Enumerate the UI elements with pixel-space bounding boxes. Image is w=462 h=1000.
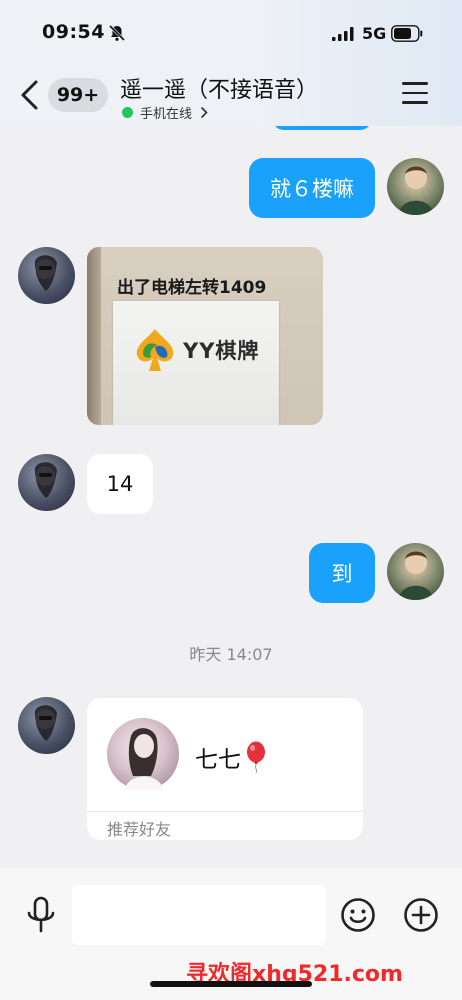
menu-icon — [402, 82, 428, 85]
spade-logo-icon — [136, 329, 174, 371]
avatar-image — [125, 728, 163, 790]
chat-messages[interactable]: 就６楼嘛 出了电梯左转1409 YY棋牌 14 到 昨天 14:07 七七 推荐… — [0, 126, 462, 868]
back-icon[interactable] — [16, 78, 44, 112]
menu-button[interactable] — [402, 82, 432, 108]
contact-avatar[interactable] — [18, 247, 75, 304]
input-bar: 寻欢阁xhg521.com — [0, 868, 462, 1000]
message-bubble-outgoing[interactable]: 就６楼嘛 — [249, 158, 375, 218]
image-door-frame — [87, 247, 101, 425]
avatar-image — [34, 462, 57, 498]
message-bubble-partial[interactable] — [272, 126, 372, 130]
chat-header: 99+ 遥一遥（不接语音） 手机在线 — [0, 62, 462, 126]
avatar-image — [399, 166, 433, 215]
self-avatar[interactable] — [387, 543, 444, 600]
chat-title[interactable]: 遥一遥（不接语音） — [120, 72, 318, 104]
message-bubble-incoming[interactable]: 14 — [87, 454, 153, 514]
card-divider — [87, 811, 363, 812]
balloon-icon — [247, 741, 265, 773]
recommended-contact-avatar — [107, 718, 179, 790]
network-label: 5G — [362, 24, 387, 43]
self-avatar[interactable] — [387, 158, 444, 215]
message-timestamp: 昨天 14:07 — [189, 645, 273, 664]
chevron-right-icon — [200, 106, 208, 119]
avatar-image — [399, 551, 433, 600]
plus-icon[interactable] — [403, 897, 439, 933]
contact-avatar[interactable] — [18, 454, 75, 511]
message-input[interactable] — [72, 885, 326, 945]
home-indicator[interactable] — [150, 981, 312, 987]
bell-muted-icon — [108, 24, 126, 42]
online-status-label: 手机在线 — [140, 107, 193, 122]
online-indicator — [122, 107, 133, 118]
image-caption-text: 出了电梯左转1409 — [117, 278, 267, 298]
status-bar: 09:54 5G — [0, 0, 462, 62]
emoji-icon[interactable] — [340, 897, 376, 933]
status-time: 09:54 — [42, 21, 105, 43]
card-type-label: 推荐好友 — [107, 820, 172, 839]
mic-icon[interactable] — [24, 896, 58, 934]
battery-icon — [391, 25, 423, 42]
contact-card-message[interactable]: 七七 推荐好友 — [87, 698, 363, 840]
unread-badge[interactable]: 99+ — [48, 78, 108, 112]
avatar-image — [34, 705, 57, 741]
image-message[interactable]: 出了电梯左转1409 YY棋牌 — [87, 247, 323, 425]
avatar-image — [34, 255, 57, 291]
online-status[interactable]: 手机在线 — [122, 103, 208, 122]
message-bubble-outgoing[interactable]: 到 — [309, 543, 375, 603]
signal-icon — [332, 27, 354, 41]
recommended-contact-name-text: 七七 — [195, 747, 241, 773]
recommended-contact-name: 七七 — [195, 740, 267, 774]
image-sign: YY棋牌 — [113, 301, 279, 425]
contact-avatar[interactable] — [18, 697, 75, 754]
image-sign-text: YY棋牌 — [183, 339, 260, 363]
